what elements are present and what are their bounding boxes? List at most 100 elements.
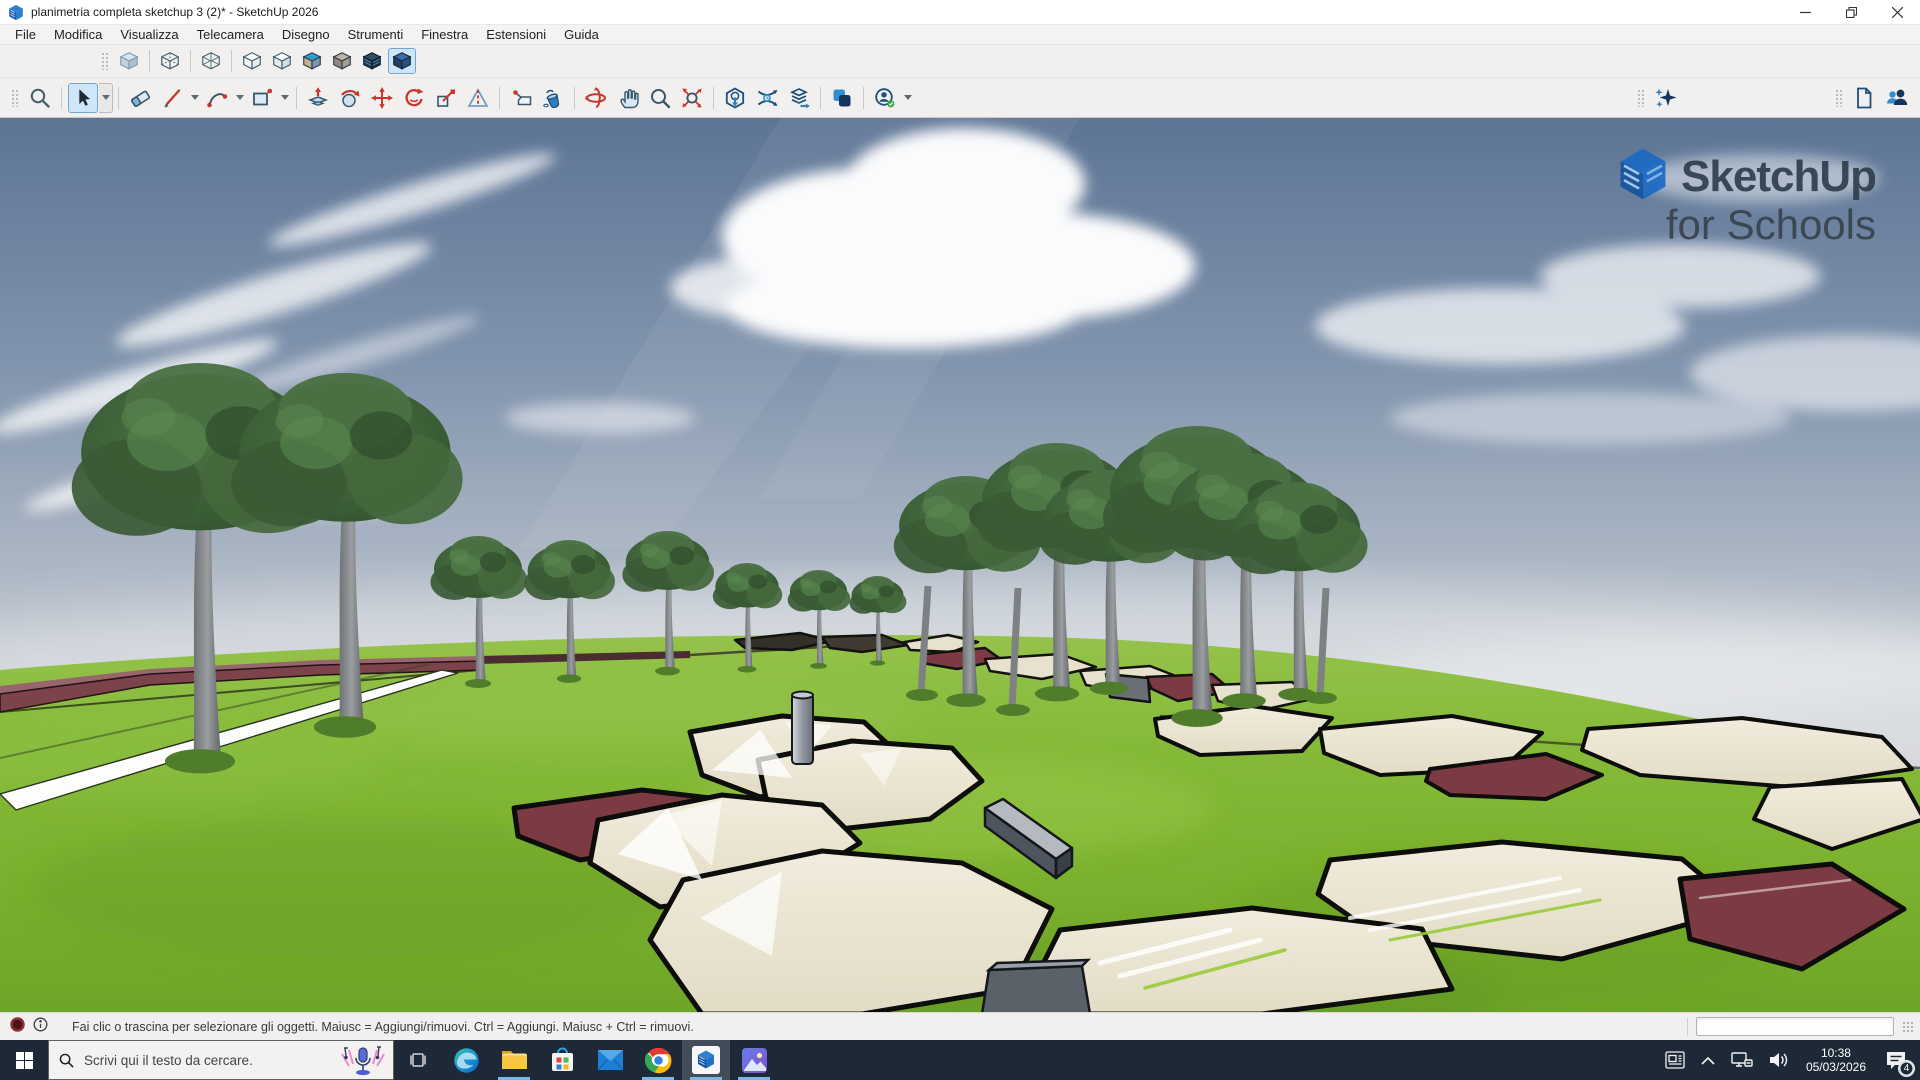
account-dropdown[interactable] bbox=[901, 83, 914, 113]
start-button[interactable] bbox=[0, 1040, 48, 1080]
taskbar-chrome[interactable] bbox=[634, 1040, 682, 1080]
rectangle-icon bbox=[250, 86, 274, 110]
minimize-button[interactable] bbox=[1782, 0, 1828, 24]
layers-send-icon bbox=[787, 86, 811, 110]
orbit-tool-button[interactable] bbox=[581, 83, 611, 113]
styles-toolbar bbox=[0, 45, 1920, 78]
taskbar-sketchup[interactable] bbox=[682, 1040, 730, 1080]
zoom-extents-tool-button[interactable] bbox=[677, 83, 707, 113]
style-active-button[interactable] bbox=[388, 48, 416, 74]
restore-button[interactable] bbox=[1828, 0, 1874, 24]
tray-chevron-button[interactable] bbox=[1694, 1040, 1722, 1080]
geolocation-status-icon[interactable] bbox=[10, 1017, 25, 1037]
menu-guida[interactable]: Guida bbox=[555, 25, 608, 45]
classroom-button[interactable] bbox=[1881, 83, 1911, 113]
search-input[interactable] bbox=[82, 1052, 331, 1069]
text-label-tool-button[interactable] bbox=[506, 83, 536, 113]
menu-estensioni[interactable]: Estensioni bbox=[477, 25, 555, 45]
taskbar-store[interactable] bbox=[538, 1040, 586, 1080]
export-model-button[interactable] bbox=[752, 83, 782, 113]
chevron-down-icon bbox=[281, 95, 289, 100]
ai-assistant-button[interactable] bbox=[1651, 83, 1681, 113]
gray-box bbox=[982, 960, 1090, 1012]
scale-tool-button[interactable] bbox=[431, 83, 461, 113]
monochrome-cube-icon bbox=[331, 50, 353, 72]
active-style-cube-icon bbox=[391, 50, 413, 72]
account-button[interactable] bbox=[870, 83, 900, 113]
widgets-button[interactable] bbox=[1658, 1040, 1692, 1080]
3d-warehouse-button[interactable] bbox=[720, 83, 750, 113]
taskbar-file-explorer[interactable] bbox=[490, 1040, 538, 1080]
toolbar-grip[interactable] bbox=[101, 52, 109, 70]
style-xray-button[interactable] bbox=[115, 48, 143, 74]
textured-dark-cube-icon bbox=[361, 50, 383, 72]
taskbar-edge[interactable] bbox=[442, 1040, 490, 1080]
arc-tool-button[interactable] bbox=[202, 83, 232, 113]
viewport-3d[interactable]: SketchUp for Schools bbox=[0, 118, 1920, 1012]
pan-hand-icon bbox=[616, 86, 640, 110]
search-tool-button[interactable] bbox=[25, 83, 55, 113]
zoom-tool-button[interactable] bbox=[645, 83, 675, 113]
rotate-tool-button[interactable] bbox=[399, 83, 429, 113]
taskbar-mail[interactable] bbox=[586, 1040, 634, 1080]
move-tool-button[interactable] bbox=[367, 83, 397, 113]
style-textured-dark-button[interactable] bbox=[358, 48, 386, 74]
window-title: planimetria completa sketchup 3 (2)* - S… bbox=[31, 5, 318, 19]
menu-visualizza[interactable]: Visualizza bbox=[111, 25, 187, 45]
toolbar-grip[interactable] bbox=[1637, 89, 1645, 107]
paint-bucket-tool-button[interactable] bbox=[538, 83, 568, 113]
rectangle-dropdown[interactable] bbox=[278, 83, 291, 113]
arc-dropdown[interactable] bbox=[233, 83, 246, 113]
menu-finestra[interactable]: Finestra bbox=[412, 25, 477, 45]
style-wireframe-button[interactable] bbox=[197, 48, 225, 74]
status-tip: Fai clic o trascina per selezionare gli … bbox=[72, 1020, 694, 1034]
style-monochrome-button[interactable] bbox=[328, 48, 356, 74]
pan-tool-button[interactable] bbox=[613, 83, 643, 113]
network-icon-button[interactable] bbox=[1724, 1040, 1760, 1080]
menu-disegno[interactable]: Disegno bbox=[273, 25, 339, 45]
taskbar-clock[interactable]: 10:38 05/03/2026 bbox=[1798, 1046, 1874, 1074]
eraser-tool-button[interactable] bbox=[125, 83, 155, 113]
info-icon[interactable] bbox=[33, 1017, 48, 1037]
watermark-subtitle: for Schools bbox=[1617, 201, 1876, 249]
style-shaded-button[interactable] bbox=[268, 48, 296, 74]
clock-date: 05/03/2026 bbox=[1806, 1060, 1866, 1074]
rectangle-tool-button[interactable] bbox=[247, 83, 277, 113]
menu-modifica[interactable]: Modifica bbox=[45, 25, 111, 45]
volume-icon-button[interactable] bbox=[1762, 1040, 1796, 1080]
push-pull-tool-button[interactable] bbox=[303, 83, 333, 113]
text-label-icon bbox=[509, 86, 533, 110]
resize-grip[interactable] bbox=[1902, 1021, 1914, 1033]
line-dropdown[interactable] bbox=[188, 83, 201, 113]
notifications-button[interactable]: 4 bbox=[1876, 1040, 1916, 1080]
menu-file[interactable]: File bbox=[6, 25, 45, 45]
tape-measure-tool-button[interactable] bbox=[463, 83, 493, 113]
select-tool-button[interactable] bbox=[68, 83, 98, 113]
taskbar-photos[interactable] bbox=[730, 1040, 778, 1080]
menu-telecamera[interactable]: Telecamera bbox=[188, 25, 273, 45]
style-back-edges-button[interactable] bbox=[156, 48, 184, 74]
line-tool-button[interactable] bbox=[157, 83, 187, 113]
style-shaded-textures-button[interactable] bbox=[298, 48, 326, 74]
select-dropdown[interactable] bbox=[99, 83, 113, 113]
sketchup-app-icon bbox=[691, 1045, 721, 1075]
sketchup-logo-icon bbox=[8, 4, 24, 21]
model-scene bbox=[0, 118, 1920, 1012]
task-view-button[interactable] bbox=[394, 1040, 442, 1080]
send-to-layout-button[interactable] bbox=[784, 83, 814, 113]
export-icon bbox=[755, 86, 779, 110]
style-hidden-line-button[interactable] bbox=[238, 48, 266, 74]
new-document-button[interactable] bbox=[1849, 83, 1879, 113]
close-button[interactable] bbox=[1874, 0, 1920, 24]
taskbar-search[interactable] bbox=[48, 1040, 394, 1080]
hidden-line-cube-icon bbox=[241, 50, 263, 72]
measurements-input[interactable] bbox=[1696, 1017, 1894, 1036]
follow-me-tool-button[interactable] bbox=[335, 83, 365, 113]
toolbar-grip[interactable] bbox=[11, 89, 19, 107]
classroom-people-icon bbox=[1883, 86, 1909, 110]
toolbar-grip[interactable] bbox=[1835, 89, 1843, 107]
taskbar: 10:38 05/03/2026 4 bbox=[0, 1040, 1920, 1080]
menu-strumenti[interactable]: Strumenti bbox=[339, 25, 413, 45]
search-highlight-mic-icon[interactable] bbox=[339, 1044, 387, 1076]
chat-button[interactable] bbox=[827, 83, 857, 113]
